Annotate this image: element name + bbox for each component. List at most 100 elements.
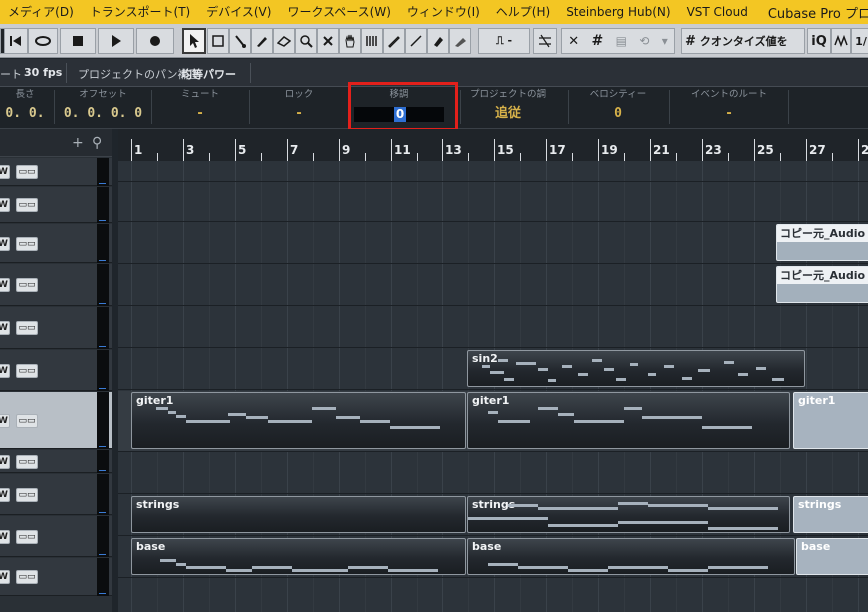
- write-automation-button[interactable]: W: [0, 165, 10, 179]
- snap-cursor-icon[interactable]: ⟲: [639, 34, 649, 48]
- snap-dropdown-icon[interactable]: ▾: [662, 34, 668, 48]
- add-track-icon[interactable]: +: [72, 135, 84, 151]
- midi-part[interactable]: strings: [793, 496, 868, 533]
- menu-steinberg-hub[interactable]: Steinberg Hub(N): [558, 0, 678, 24]
- write-automation-button[interactable]: W: [0, 570, 10, 584]
- pan-law-value[interactable]: 均等パワー: [181, 66, 236, 82]
- iq-wave-icon[interactable]: [831, 28, 851, 54]
- track-row[interactable]: W ▭▭: [0, 158, 112, 186]
- ruler-minor-tick: [676, 153, 677, 161]
- midi-part[interactable]: sin2: [467, 350, 805, 387]
- info-project-key[interactable]: プロジェクトの調 追従: [462, 87, 554, 129]
- timeline-ruler[interactable]: 1 3 5 7 9 11 13 15 17 19 21 23 25 27 2: [118, 129, 868, 161]
- hand-tool-icon[interactable]: [339, 28, 361, 54]
- meter-level-mark: [99, 260, 106, 261]
- comp-tool-icon[interactable]: [361, 28, 383, 54]
- autoscroll-icon[interactable]: [533, 28, 557, 54]
- frame-rate[interactable]: 30 fps: [24, 66, 62, 79]
- track-lanes-button[interactable]: ▭▭: [16, 321, 38, 335]
- arrange-window[interactable]: コピー元_Audio コピー元_Audio sin2 giter1 giter1…: [118, 161, 868, 612]
- play-tool-icon[interactable]: [427, 28, 449, 54]
- track-row[interactable]: W ▭▭: [0, 350, 112, 391]
- cycle-icon[interactable]: [28, 28, 58, 54]
- quantize-preset-dropdown[interactable]: # クオンタイズ値を: [681, 28, 805, 54]
- line-tool-icon[interactable]: [405, 28, 427, 54]
- menu-vst-cloud[interactable]: VST Cloud: [679, 0, 756, 24]
- midi-part[interactable]: strings: [467, 496, 790, 533]
- range-selection-tool-icon[interactable]: [207, 28, 229, 54]
- midi-part[interactable]: giter1: [793, 392, 868, 449]
- snap-grid-icon[interactable]: #: [591, 33, 603, 49]
- snap-off-icon[interactable]: ✕: [568, 34, 579, 49]
- midi-part[interactable]: base: [467, 538, 795, 575]
- info-length[interactable]: 長さ 0. 0. 70: [0, 87, 50, 143]
- goto-start-icon[interactable]: [4, 28, 28, 54]
- quantize-value-button[interactable]: 1/: [851, 28, 868, 54]
- info-offset[interactable]: オフセット 0. 0. 0. 0: [56, 87, 150, 129]
- track-lanes-button[interactable]: ▭▭: [16, 364, 38, 378]
- track-row[interactable]: W ▭▭: [0, 187, 112, 223]
- menu-window[interactable]: ウィンドウ(I): [399, 0, 488, 24]
- midi-part[interactable]: strings: [131, 496, 466, 533]
- search-icon[interactable]: ⚲: [92, 135, 102, 151]
- track-row[interactable]: W ▭▭: [0, 264, 112, 306]
- write-automation-button[interactable]: W: [0, 278, 10, 292]
- write-automation-button[interactable]: W: [0, 455, 10, 469]
- audio-event[interactable]: コピー元_Audio: [776, 266, 868, 303]
- track-lanes-button[interactable]: ▭▭: [16, 570, 38, 584]
- info-event-root[interactable]: イベントのルート -: [670, 87, 788, 129]
- track-meter: [97, 474, 109, 515]
- menu-media[interactable]: メディア(D): [0, 0, 82, 24]
- info-mute[interactable]: ミュート -: [152, 87, 248, 129]
- midi-part[interactable]: base: [796, 538, 868, 575]
- write-automation-button[interactable]: W: [0, 530, 10, 544]
- stop-button[interactable]: [60, 28, 96, 54]
- menu-transport[interactable]: トランスポート(T): [82, 0, 198, 24]
- write-automation-button[interactable]: W: [0, 488, 10, 502]
- draw-tool-icon[interactable]: [383, 28, 405, 54]
- object-selection-tool-icon[interactable]: [182, 28, 206, 54]
- info-lock[interactable]: ロック -: [250, 87, 348, 129]
- menu-help[interactable]: ヘルプ(H): [488, 0, 558, 24]
- write-automation-button[interactable]: W: [0, 237, 10, 251]
- write-automation-button[interactable]: W: [0, 321, 10, 335]
- midi-part[interactable]: giter1: [467, 392, 790, 449]
- track-lanes-button[interactable]: ▭▭: [16, 488, 38, 502]
- snap-type-dropdown[interactable]: ⎍ -: [478, 28, 530, 54]
- track-row[interactable]: W ▭▭: [0, 224, 112, 263]
- track-lanes-button[interactable]: ▭▭: [16, 198, 38, 212]
- audio-event[interactable]: コピー元_Audio: [776, 224, 868, 261]
- zoom-tool-icon[interactable]: [295, 28, 317, 54]
- track-row[interactable]: W ▭▭: [0, 474, 112, 515]
- split-tool-icon[interactable]: [229, 28, 251, 54]
- track-lanes-button[interactable]: ▭▭: [16, 165, 38, 179]
- write-automation-button[interactable]: W: [0, 364, 10, 378]
- track-row[interactable]: W ▭▭: [0, 307, 112, 349]
- track-row[interactable]: W ▭▭: [0, 558, 112, 596]
- track-row[interactable]: W ▭▭: [0, 450, 112, 473]
- track-lanes-button[interactable]: ▭▭: [16, 455, 38, 469]
- track-row[interactable]: W ▭▭: [0, 516, 112, 557]
- color-tool-icon[interactable]: [449, 28, 471, 54]
- iq-button[interactable]: iQ: [807, 28, 831, 54]
- menu-workspace[interactable]: ワークスペース(W): [279, 0, 398, 24]
- record-button[interactable]: [136, 28, 174, 54]
- midi-part[interactable]: base: [131, 538, 466, 575]
- write-automation-button[interactable]: W: [0, 414, 10, 428]
- track-lanes-button[interactable]: ▭▭: [16, 278, 38, 292]
- track-lanes-button[interactable]: ▭▭: [16, 530, 38, 544]
- menu-devices[interactable]: デバイス(V): [198, 0, 279, 24]
- track-lanes-button[interactable]: ▭▭: [16, 414, 38, 428]
- snap-events-icon[interactable]: ▤: [616, 34, 627, 48]
- eraser-tool-icon[interactable]: [273, 28, 295, 54]
- midi-part[interactable]: giter1: [131, 392, 466, 449]
- info-velocity[interactable]: ベロシティー 0: [570, 87, 666, 129]
- glue-tool-icon[interactable]: [251, 28, 273, 54]
- meter-level-mark: [99, 303, 106, 304]
- mute-tool-icon[interactable]: [317, 28, 339, 54]
- write-automation-button[interactable]: W: [0, 198, 10, 212]
- track-row[interactable]: W ▭▭: [0, 392, 112, 449]
- track-lanes-button[interactable]: ▭▭: [16, 237, 38, 251]
- play-button[interactable]: [98, 28, 134, 54]
- ruler-minor-tick: [365, 153, 366, 161]
